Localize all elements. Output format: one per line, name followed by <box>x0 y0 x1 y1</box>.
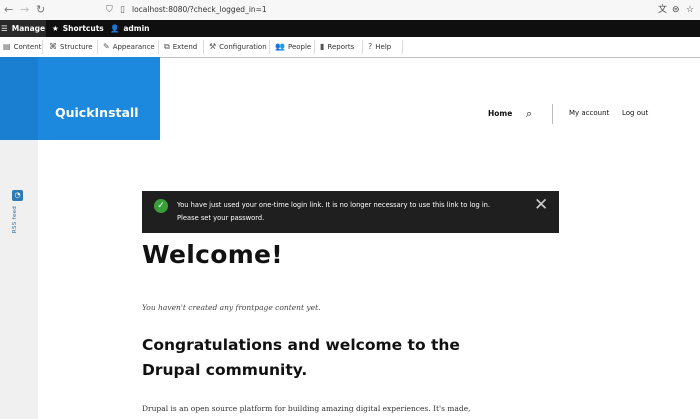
star-icon: ★ <box>52 24 59 33</box>
forward-button[interactable]: → <box>20 3 29 17</box>
shortcuts-label: Shortcuts <box>62 24 104 33</box>
tray-item-configuration[interactable]: ⚒ Configuration <box>209 37 267 57</box>
tray-item-structure[interactable]: ⌘ Structure <box>49 37 93 57</box>
status-message: ✓ You have just used your one-time login… <box>142 191 559 233</box>
divider <box>97 40 98 54</box>
manage-button[interactable]: ☰ Manage <box>0 20 46 37</box>
checkmark-icon: ✓ <box>154 199 168 213</box>
divider <box>42 40 43 54</box>
tray-item-extend[interactable]: ⧉ Extend <box>164 37 197 57</box>
status-message-line: Please set your password. <box>177 214 265 222</box>
page-icon: ▯ <box>120 5 125 15</box>
divider <box>552 104 553 124</box>
bookmark-star-icon[interactable]: ☆ <box>686 3 694 17</box>
status-message-line: You have just used your one-time login l… <box>177 201 491 209</box>
puzzle-icon: ⧉ <box>164 42 170 51</box>
shield-icon: ⛉ <box>106 5 113 15</box>
manage-label: Manage <box>11 24 46 33</box>
back-button[interactable]: ← <box>4 3 13 17</box>
people-icon: 👥 <box>275 42 285 51</box>
shortcuts-button[interactable]: ★ Shortcuts <box>52 20 104 37</box>
brush-icon: ✎ <box>103 42 110 51</box>
site-branding: QuickInstall <box>38 57 160 140</box>
divider <box>362 40 363 54</box>
rss-icon[interactable]: ◔ <box>12 190 23 201</box>
brand-strip <box>0 57 38 140</box>
hamburger-icon: ☰ <box>1 24 8 33</box>
tray-item-reports[interactable]: ▮ Reports <box>320 37 354 57</box>
help-icon: ? <box>368 42 373 51</box>
nav-home-link[interactable]: Home <box>488 109 512 118</box>
browser-toolbar: ← → ↻ ⛉ ▯ localhost:8080/?check_logged_i… <box>0 0 700 21</box>
bar-chart-icon: ▮ <box>320 42 325 51</box>
divider <box>402 40 403 54</box>
page-title: Welcome! <box>142 240 284 269</box>
tray-item-appearance[interactable]: ✎ Appearance <box>103 37 155 57</box>
body-paragraph: Drupal is an open source platform for bu… <box>142 404 471 413</box>
user-icon: 👤 <box>110 24 120 33</box>
divider <box>269 40 270 54</box>
log-out-link[interactable]: Log out <box>622 109 648 117</box>
tray-item-people[interactable]: 👥 People <box>275 37 311 57</box>
wrench-icon: ⚒ <box>209 42 217 51</box>
rss-feed-label[interactable]: RSS feed <box>12 206 18 233</box>
extension-icon[interactable]: ⊜ <box>672 3 680 17</box>
no-content-text: You haven't created any frontpage conten… <box>142 303 321 312</box>
content-icon: ▤ <box>3 42 11 51</box>
url-text: localhost:8080/?check_logged_in=1 <box>132 5 267 14</box>
close-icon[interactable]: ✕ <box>534 195 548 215</box>
translate-icon[interactable]: 文 <box>658 3 667 17</box>
user-label: admin <box>123 24 150 33</box>
user-button[interactable]: 👤 admin <box>110 20 150 37</box>
tray-item-content[interactable]: ▤ Content <box>3 37 41 57</box>
structure-icon: ⌘ <box>49 42 57 51</box>
site-name[interactable]: QuickInstall <box>55 105 139 120</box>
divider <box>158 40 159 54</box>
divider <box>314 40 315 54</box>
tray-item-help[interactable]: ? Help <box>368 37 391 57</box>
divider <box>203 40 204 54</box>
search-icon[interactable]: ⌕ <box>526 107 532 121</box>
admin-tray: ▤ Content ⌘ Structure ✎ Appearance ⧉ Extend … <box>0 37 700 58</box>
status-message-text: You have just used your one-time login l… <box>177 199 517 225</box>
address-bar[interactable]: ⛉ ▯ localhost:8080/?check_logged_in=1 <box>103 3 700 17</box>
my-account-link[interactable]: My account <box>569 109 609 117</box>
social-sidebar <box>0 140 38 419</box>
congrats-heading: Congratulations and welcome to the Drupa… <box>142 336 460 379</box>
admin-toolbar: ☰ Manage ★ Shortcuts 👤 admin <box>0 20 700 37</box>
reload-button[interactable]: ↻ <box>36 3 45 17</box>
